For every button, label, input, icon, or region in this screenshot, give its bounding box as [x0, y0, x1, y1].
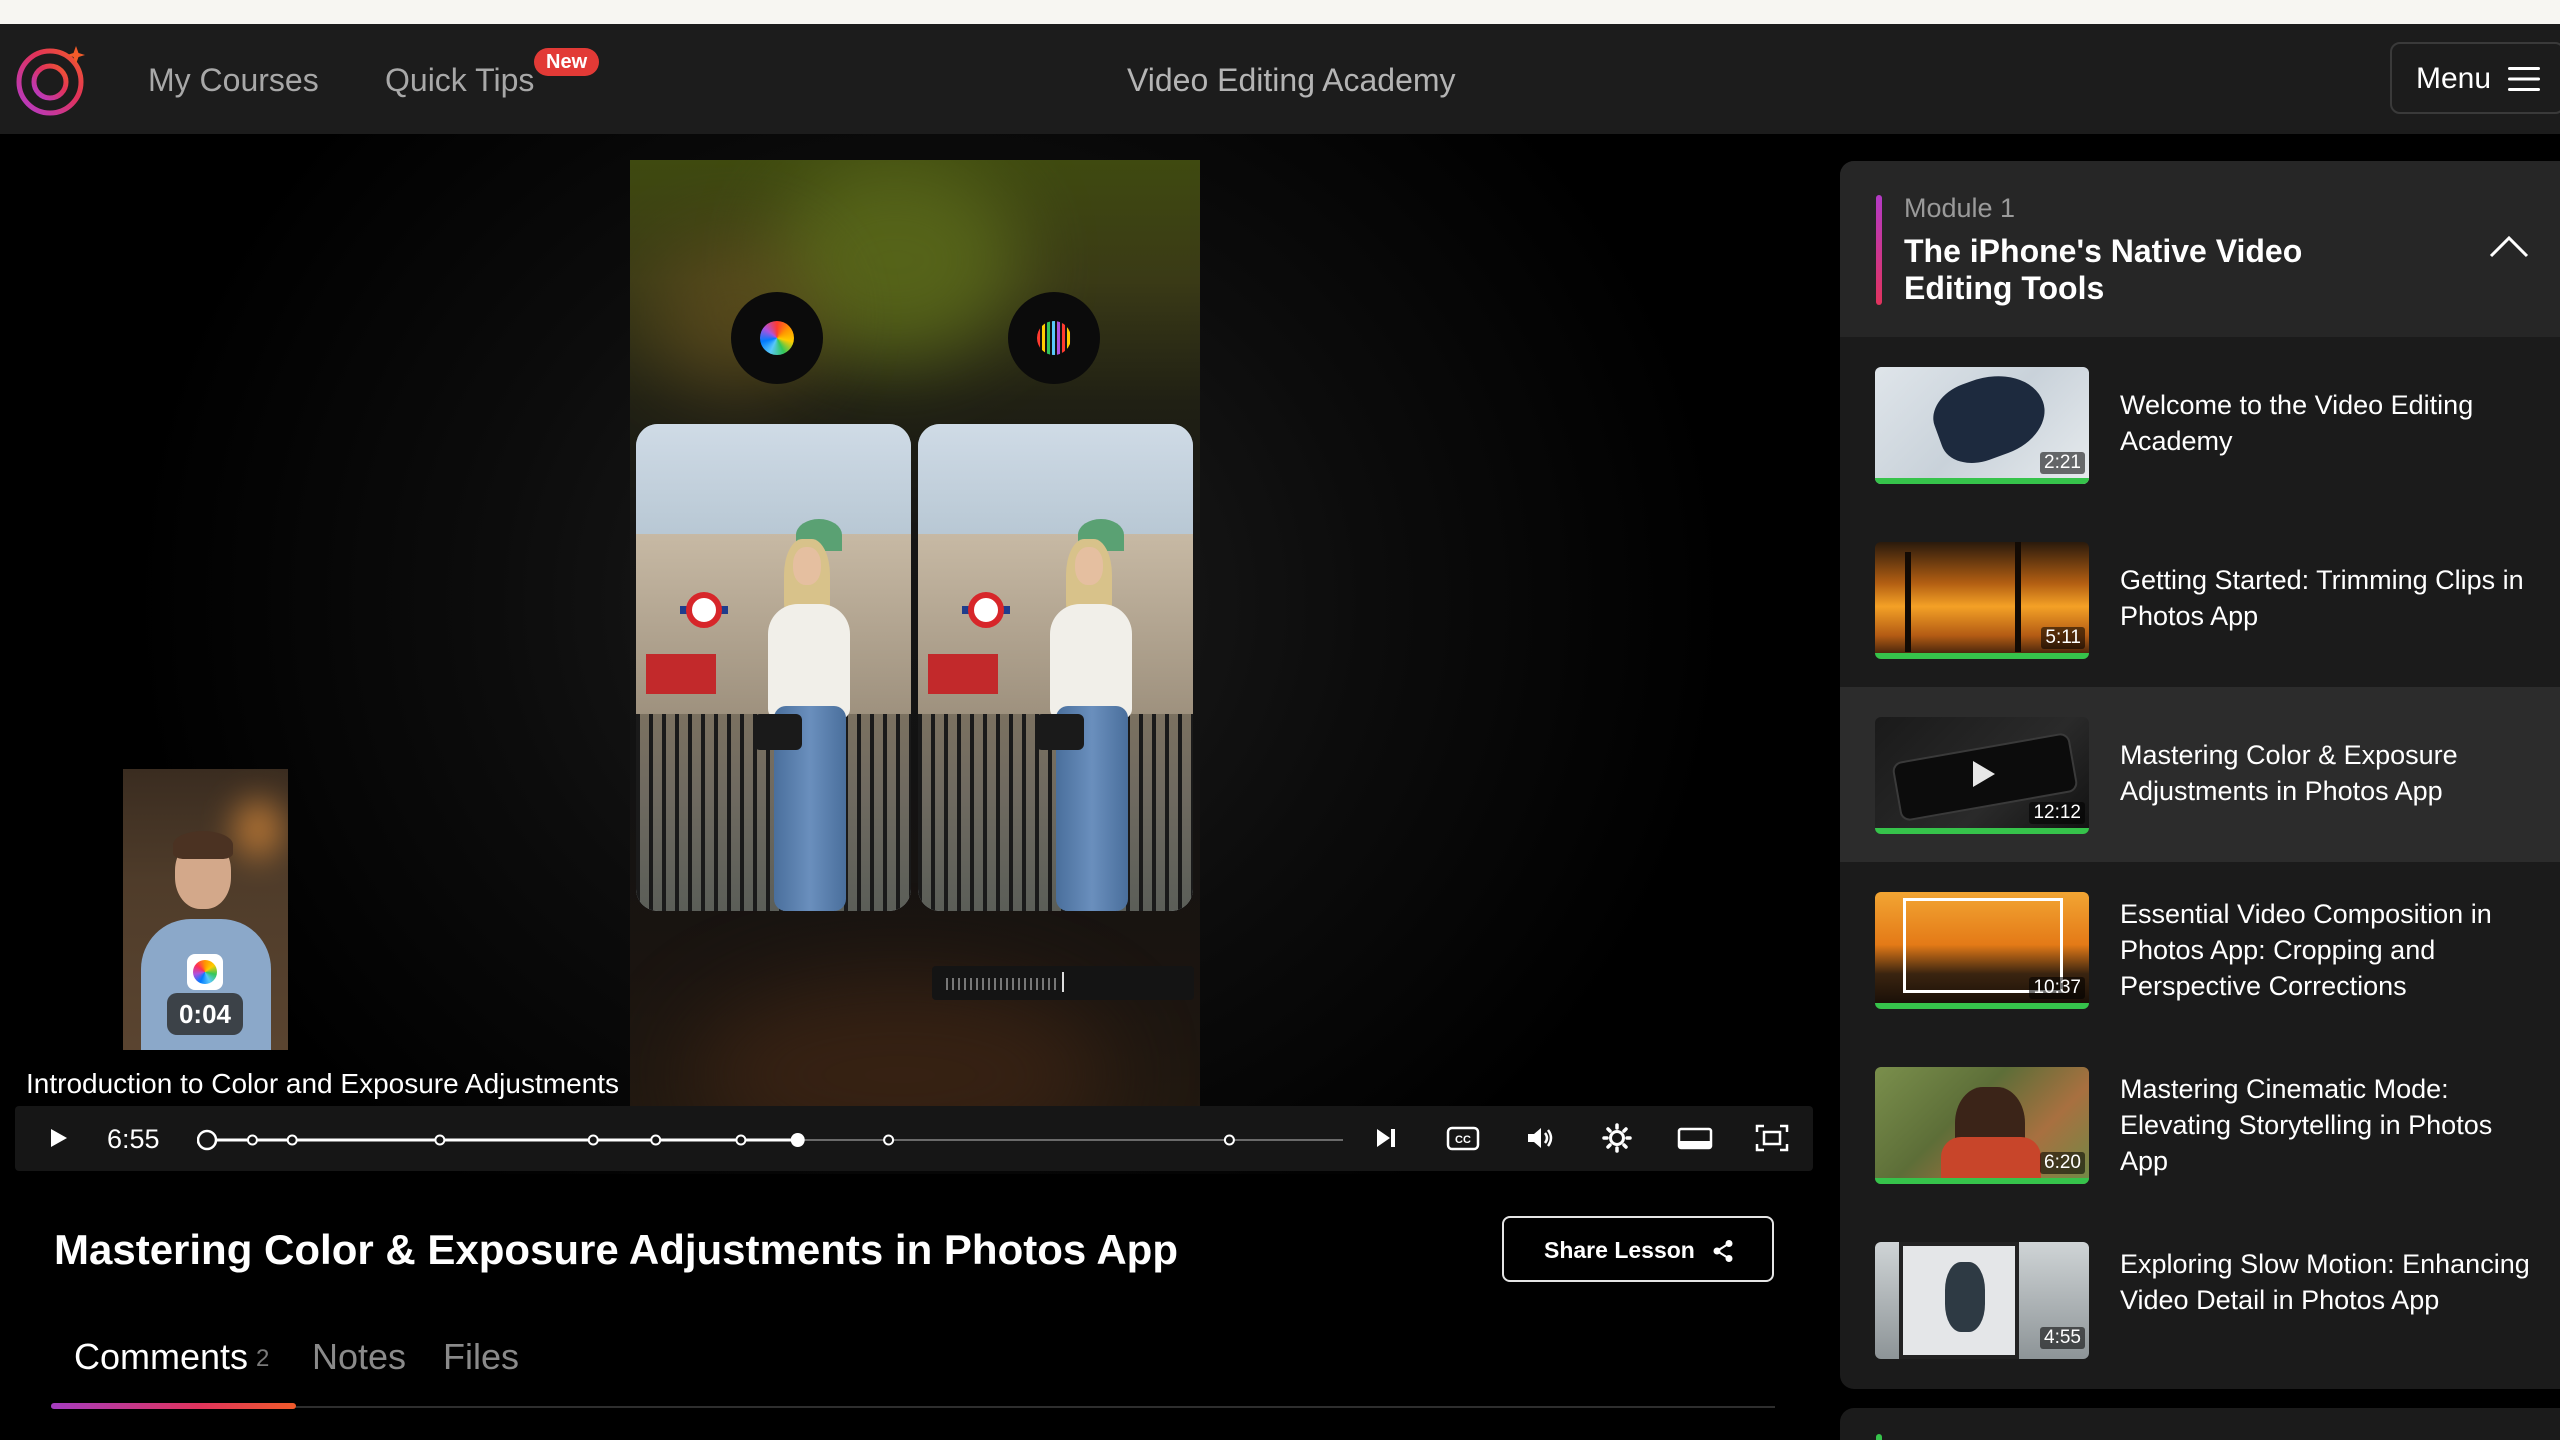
volume-icon[interactable]	[1520, 1118, 1560, 1158]
lesson-item[interactable]: 6:20 Mastering Cinematic Mode: Elevating…	[1840, 1037, 2560, 1212]
photos-app-icon	[187, 954, 223, 990]
lesson-duration: 10:37	[2029, 977, 2085, 999]
module-label: Module 1	[1904, 193, 2016, 223]
module-title: The iPhone's Native Video Editing Tools	[1904, 233, 2303, 306]
vibrance-adjust-icon	[1008, 292, 1100, 384]
tab-notes[interactable]: Notes	[312, 1336, 406, 1378]
comments-count: 2	[256, 1345, 270, 1372]
svg-text:CC: CC	[1455, 1134, 1471, 1146]
video-caption: Introduction to Color and Exposure Adjus…	[26, 1068, 620, 1099]
video-player[interactable]: 0:04 Introduction to Color and Exposure …	[0, 134, 1830, 1174]
lesson-title: Exploring Slow Motion: Enhancing Video D…	[2120, 1249, 2530, 1315]
share-icon	[1713, 1240, 1733, 1262]
site-title: Video Editing Academy	[1127, 62, 1456, 98]
lesson-progress-bar	[1875, 478, 2089, 484]
lesson-title: Mastering Color & Exposure Adjustments i…	[2120, 740, 2458, 806]
module-accent-bar	[1876, 1434, 1882, 1440]
progress-bar[interactable]	[197, 1128, 1345, 1152]
lesson-title: Essential Video Composition in Photos Ap…	[2120, 899, 2492, 1001]
browser-top-strip	[0, 0, 2560, 24]
lesson-duration: 2:21	[2040, 452, 2085, 474]
lesson-progress-bar	[1875, 1003, 2089, 1009]
before-photo	[636, 424, 911, 911]
lesson-item[interactable]: 5:11 Getting Started: Trimming Clips in …	[1840, 512, 2560, 687]
lesson-progress-bar	[1875, 1178, 2089, 1184]
lesson-title: Getting Started: Trimming Clips in Photo…	[2120, 565, 2524, 631]
lesson-thumbnail: 10:37	[1875, 892, 2089, 1009]
theater-mode-icon[interactable]	[1675, 1118, 1715, 1158]
progress-playhead[interactable]	[790, 1133, 805, 1147]
lesson-item-active[interactable]: 12:12 Mastering Color & Exposure Adjustm…	[1840, 687, 2560, 862]
settings-gear-icon[interactable]	[1597, 1118, 1637, 1158]
lesson-duration: 5:11	[2041, 627, 2085, 649]
play-icon	[1973, 761, 1995, 787]
fullscreen-icon[interactable]	[1752, 1118, 1792, 1158]
module-accent-bar	[1876, 195, 1882, 305]
skip-next-icon[interactable]	[1365, 1118, 1405, 1158]
menu-label: Menu	[2416, 62, 2492, 95]
tabs-divider	[51, 1406, 1775, 1408]
chapter-marker[interactable]	[650, 1134, 662, 1146]
closed-captions-icon[interactable]: CC	[1443, 1118, 1483, 1158]
lesson-thumbnail: 5:11	[1875, 542, 2089, 659]
chapter-marker[interactable]	[434, 1134, 446, 1146]
lesson-thumbnail: 12:12	[1875, 717, 2089, 834]
lesson-item[interactable]: 2:21 Welcome to the Video Editing Academ…	[1840, 337, 2560, 512]
chapter-marker[interactable]	[286, 1134, 298, 1146]
color-adjust-icon	[731, 292, 823, 384]
chapter-marker[interactable]	[883, 1134, 895, 1146]
share-label: Share Lesson	[1544, 1237, 1695, 1263]
time-elapsed: 6:55	[107, 1124, 160, 1154]
play-icon[interactable]	[37, 1118, 77, 1158]
lesson-item[interactable]: 4:55 Exploring Slow Motion: Enhancing Vi…	[1840, 1212, 2560, 1387]
active-tab-indicator	[51, 1403, 296, 1409]
lesson-duration: 12:12	[2029, 802, 2085, 824]
lesson-title: Mastering Cinematic Mode: Elevating Stor…	[2120, 1074, 2493, 1176]
lesson-title: Mastering Color & Exposure Adjustments i…	[54, 1226, 1178, 1273]
nav-quick-tips-link[interactable]: Quick Tips	[385, 62, 534, 99]
chapter-marker[interactable]	[587, 1134, 599, 1146]
menu-button[interactable]: Menu	[2390, 42, 2560, 114]
share-lesson-button[interactable]: Share Lesson	[1502, 1216, 1774, 1282]
progress-start-marker	[197, 1129, 218, 1151]
lesson-title: Welcome to the Video Editing Academy	[2120, 390, 2474, 456]
lesson-list: 2:21 Welcome to the Video Editing Academ…	[1840, 337, 2560, 1387]
after-photo	[918, 424, 1193, 911]
chevron-up-icon[interactable]	[2488, 233, 2530, 259]
lesson-progress-bar	[1875, 828, 2089, 834]
chapter-marker[interactable]	[1223, 1134, 1235, 1146]
new-badge: New	[534, 48, 600, 76]
adjustment-slider	[932, 966, 1194, 1000]
nav-my-courses-link[interactable]: My Courses	[148, 62, 319, 99]
lesson-item[interactable]: 10:37 Essential Video Composition in Pho…	[1840, 862, 2560, 1037]
tab-files[interactable]: Files	[443, 1336, 519, 1378]
module-header[interactable]: Module 1 The iPhone's Native Video Editi…	[1840, 161, 2560, 337]
player-controls: 6:55 CC	[15, 1106, 1813, 1171]
lesson-thumbnail: 6:20	[1875, 1067, 2089, 1184]
academy-logo-icon[interactable]	[14, 40, 92, 118]
chapter-marker[interactable]	[735, 1134, 747, 1146]
lesson-progress-bar	[1875, 653, 2089, 659]
presenter-thumbnail: 0:04	[123, 769, 288, 1050]
hamburger-icon	[2508, 67, 2540, 91]
presenter-timestamp: 0:04	[167, 993, 243, 1035]
tab-comments[interactable]: Comments	[74, 1336, 248, 1378]
top-navbar: My Courses Quick Tips New Video Editing …	[0, 24, 2560, 134]
video-frame	[630, 160, 1200, 1170]
lesson-duration: 6:20	[2040, 1152, 2085, 1174]
lesson-thumbnail: 4:55	[1875, 1242, 2089, 1359]
next-module-header[interactable]	[1840, 1408, 2560, 1440]
lesson-thumbnail: 2:21	[1875, 367, 2089, 484]
lesson-duration: 4:55	[2040, 1327, 2085, 1349]
course-sidebar: Module 1 The iPhone's Native Video Editi…	[1840, 161, 2560, 1389]
chapter-marker[interactable]	[246, 1134, 258, 1146]
